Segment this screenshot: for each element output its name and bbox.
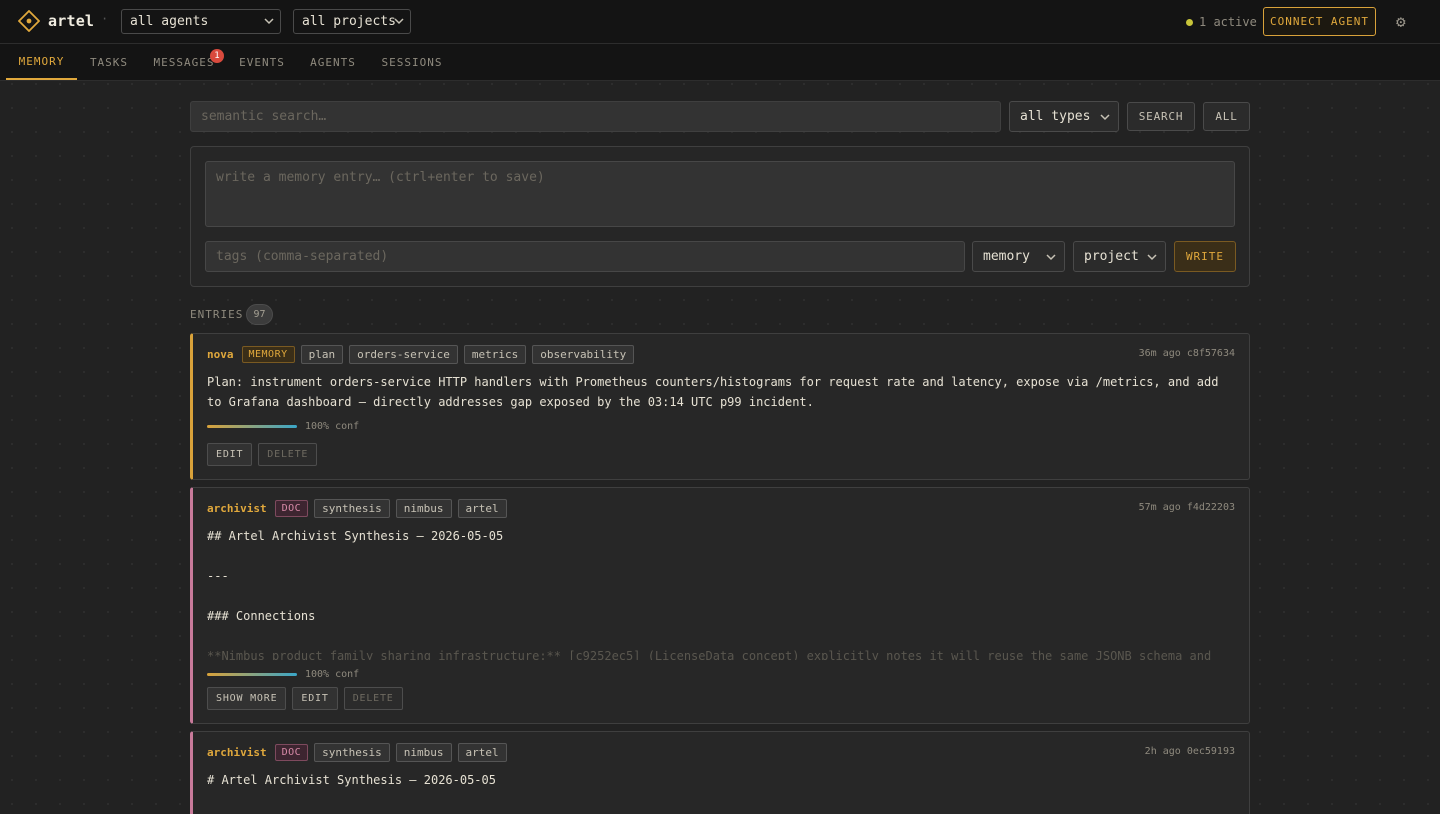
entry-actions: SHOW MORE EDIT DELETE [207, 687, 403, 710]
edit-button[interactable]: EDIT [207, 443, 253, 466]
entry-tag[interactable]: artel [457, 743, 507, 762]
status-dot-icon [1186, 18, 1193, 26]
chevron-down-icon [1147, 254, 1157, 261]
connect-agent-button[interactable]: CONNECT AGENT [1263, 7, 1376, 36]
tab-agents[interactable]: AGENTS [305, 44, 361, 80]
app-name: artel [48, 12, 95, 30]
projects-select-value: all projects [302, 14, 396, 29]
entry-agent[interactable]: archivist [207, 746, 267, 759]
show-more-button[interactable]: SHOW MORE [207, 687, 287, 710]
diamond-logo-icon [18, 10, 40, 32]
agents-select-value: all agents [130, 14, 209, 29]
entry-tag[interactable]: synthesis [314, 499, 390, 518]
tags-input[interactable] [205, 241, 965, 272]
entry-time: 36m ago [1138, 348, 1181, 359]
delete-button[interactable]: DELETE [258, 443, 318, 466]
entry-agent[interactable]: nova [207, 348, 234, 361]
app-logo[interactable]: artel [18, 10, 94, 32]
chevron-down-icon [1046, 254, 1056, 261]
entry-meta: 57m ago f4d22203 [1139, 502, 1235, 513]
scope-select[interactable]: project [1073, 241, 1166, 272]
entry-tag[interactable]: nimbus [395, 743, 452, 762]
confidence-text: 100% conf [305, 669, 360, 680]
delete-button[interactable]: DELETE [343, 687, 403, 710]
entry-text-faded: **Nimbus product family sharing infrastr… [207, 649, 1212, 660]
entry-header: archivist DOC synthesis nimbus artel [207, 499, 507, 518]
entry-body: ## Artel Archivist Synthesis — 2026-05-0… [207, 526, 1237, 660]
confidence-meter: 100% conf [207, 669, 359, 680]
type-filter-value: all types [1020, 109, 1091, 124]
search-button[interactable]: SEARCH [1127, 102, 1195, 131]
confidence-meter: 100% conf [207, 421, 359, 432]
active-agents-text: 1 active [1199, 15, 1257, 29]
entry-body: Plan: instrument orders-service HTTP han… [207, 372, 1237, 412]
entry-tag[interactable]: metrics [463, 345, 527, 364]
entry-actions: EDIT DELETE [207, 443, 318, 466]
show-all-button[interactable]: ALL [1203, 102, 1250, 131]
semantic-search-input[interactable] [190, 101, 1001, 132]
active-agents-indicator: 1 active [1186, 15, 1257, 29]
tab-messages[interactable]: MESSAGES [148, 44, 220, 80]
entry-tag[interactable]: plan [300, 345, 344, 364]
entry-text-line: ## Artel Archivist Synthesis — 2026-05-0… [207, 529, 504, 543]
entry-card: archivist DOC synthesis nimbus artel 57m… [190, 487, 1250, 724]
entry-tag[interactable]: nimbus [395, 499, 452, 518]
entry-text-line [207, 586, 1237, 606]
agents-select[interactable]: all agents [121, 9, 281, 34]
entry-meta: 2h ago 0ec59193 [1145, 746, 1235, 757]
confidence-bar [207, 425, 297, 428]
entry-card: nova MEMORY plan orders-service metrics … [190, 333, 1250, 480]
entry-time: 57m ago [1138, 502, 1181, 513]
messages-unread-badge: 1 [210, 49, 224, 63]
entry-meta: 36m ago c8f57634 [1139, 348, 1235, 359]
chevron-down-icon [394, 18, 404, 25]
entry-tag[interactable]: synthesis [314, 743, 390, 762]
tab-tasks[interactable]: TASKS [84, 44, 134, 80]
entries-count-badge: 97 [246, 304, 273, 325]
entry-id: f4d22203 [1186, 502, 1235, 513]
edit-button[interactable]: EDIT [292, 687, 338, 710]
memory-entry-textarea[interactable] [205, 161, 1235, 227]
entry-id: 0ec59193 [1186, 746, 1235, 757]
gear-icon[interactable]: ⚙ [1396, 14, 1406, 30]
main-tabs: MEMORY TASKS MESSAGES 1 EVENTS AGENTS SE… [0, 44, 1440, 81]
entry-text-line [207, 546, 1237, 566]
entry-type-badge: DOC [274, 744, 309, 761]
entry-text-line: to Grafana dashboard — directly addresse… [207, 395, 814, 409]
entry-card: archivist DOC synthesis nimbus artel 2h … [190, 731, 1250, 814]
entry-tag[interactable]: artel [457, 499, 507, 518]
entry-tag[interactable]: orders-service [349, 345, 458, 364]
entry-header: archivist DOC synthesis nimbus artel [207, 743, 507, 762]
write-button[interactable]: WRITE [1174, 241, 1236, 272]
chevron-down-icon [264, 18, 274, 25]
entry-id: c8f57634 [1186, 348, 1235, 359]
tab-sessions[interactable]: SESSIONS [376, 44, 448, 80]
chevron-down-icon [1100, 114, 1110, 121]
tab-events[interactable]: EVENTS [234, 44, 290, 80]
scope-value: project [1084, 249, 1139, 264]
entry-text-line: --- [207, 569, 229, 583]
entry-text-line [207, 626, 1237, 646]
entry-agent[interactable]: archivist [207, 502, 267, 515]
entry-time: 2h ago [1144, 746, 1181, 757]
projects-select[interactable]: all projects [293, 9, 411, 34]
top-bar: artel · all agents all projects 1 active… [0, 0, 1440, 44]
compose-panel: memory project WRITE [190, 146, 1250, 287]
entry-type-badge: DOC [274, 500, 309, 517]
entry-text-line: Plan: instrument orders-service HTTP han… [207, 375, 1219, 389]
separator-dot: · [101, 12, 109, 26]
type-filter-select[interactable]: all types [1009, 101, 1119, 132]
entry-type-select[interactable]: memory [972, 241, 1065, 272]
entry-text-line: # Artel Archivist Synthesis — 2026-05-05 [207, 773, 496, 787]
entries-label: ENTRIES [190, 308, 244, 321]
entry-body: # Artel Archivist Synthesis — 2026-05-05 [207, 770, 1237, 790]
entry-type-badge: MEMORY [241, 346, 295, 363]
entry-header: nova MEMORY plan orders-service metrics … [207, 345, 635, 364]
entry-text-line: ### Connections [207, 609, 316, 623]
confidence-text: 100% conf [305, 421, 360, 432]
entry-type-value: memory [983, 249, 1030, 264]
tab-memory[interactable]: MEMORY [6, 44, 77, 80]
entry-tag[interactable]: observability [532, 345, 635, 364]
confidence-bar [207, 673, 297, 676]
